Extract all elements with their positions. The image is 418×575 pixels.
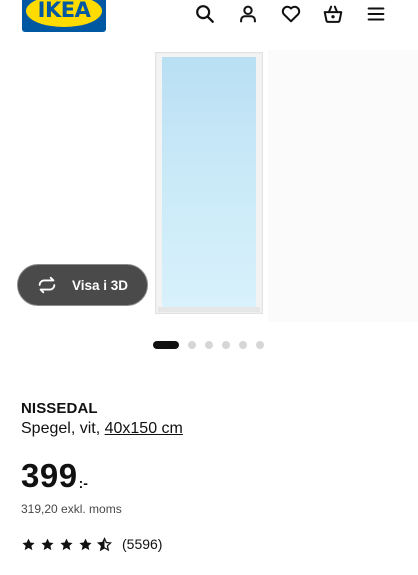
carousel-dot[interactable] <box>239 341 247 349</box>
star-full-icon <box>60 538 73 550</box>
mirror-glass <box>162 57 256 307</box>
search-icon[interactable] <box>193 2 217 26</box>
menu-icon[interactable] <box>364 2 388 26</box>
product-name: NISSEDAL <box>21 400 98 417</box>
carousel-dot[interactable] <box>222 341 230 349</box>
product-image-gallery[interactable]: Visa i 3D <box>0 44 418 326</box>
product-price: 399 :- <box>21 458 88 494</box>
star-full-icon <box>41 538 54 550</box>
price-excl-vat: 319,20 exkl. moms <box>21 502 122 516</box>
basket-icon[interactable] <box>321 2 345 26</box>
rating-count: (5596) <box>122 536 163 552</box>
heart-icon[interactable] <box>279 2 303 26</box>
account-icon[interactable] <box>236 2 260 26</box>
carousel-dot[interactable] <box>205 341 213 349</box>
view-in-3d-label: Visa i 3D <box>72 277 129 293</box>
star-half-icon <box>97 536 112 551</box>
product-info: NISSEDAL Spegel, vit, 40x150 cm <box>21 400 401 438</box>
next-slide-preview[interactable] <box>268 50 418 322</box>
product-description-text: Spegel, vit, <box>21 420 105 437</box>
product-image-mirror <box>155 52 263 314</box>
rotate-3d-icon <box>35 273 59 297</box>
star-full-icon <box>22 538 35 550</box>
price-integer: 399 <box>21 457 78 494</box>
ikea-logo[interactable]: IKEA <box>22 0 106 32</box>
carousel-indicator <box>153 341 273 349</box>
mirror-frame-bottom <box>158 307 260 312</box>
star-full-icon <box>79 538 92 550</box>
view-in-3d-button[interactable]: Visa i 3D <box>17 264 148 306</box>
product-rating[interactable]: (5596) <box>21 536 162 552</box>
product-description: Spegel, vit, 40x150 cm <box>21 420 401 438</box>
product-size-link[interactable]: 40x150 cm <box>105 420 183 437</box>
carousel-dot[interactable] <box>256 341 264 349</box>
carousel-dot[interactable] <box>188 341 196 349</box>
logo-text: IKEA <box>37 0 91 22</box>
carousel-dot[interactable] <box>153 341 179 349</box>
price-suffix: :- <box>78 475 88 491</box>
top-header: IKEA <box>0 0 418 44</box>
rating-stars <box>21 536 116 552</box>
